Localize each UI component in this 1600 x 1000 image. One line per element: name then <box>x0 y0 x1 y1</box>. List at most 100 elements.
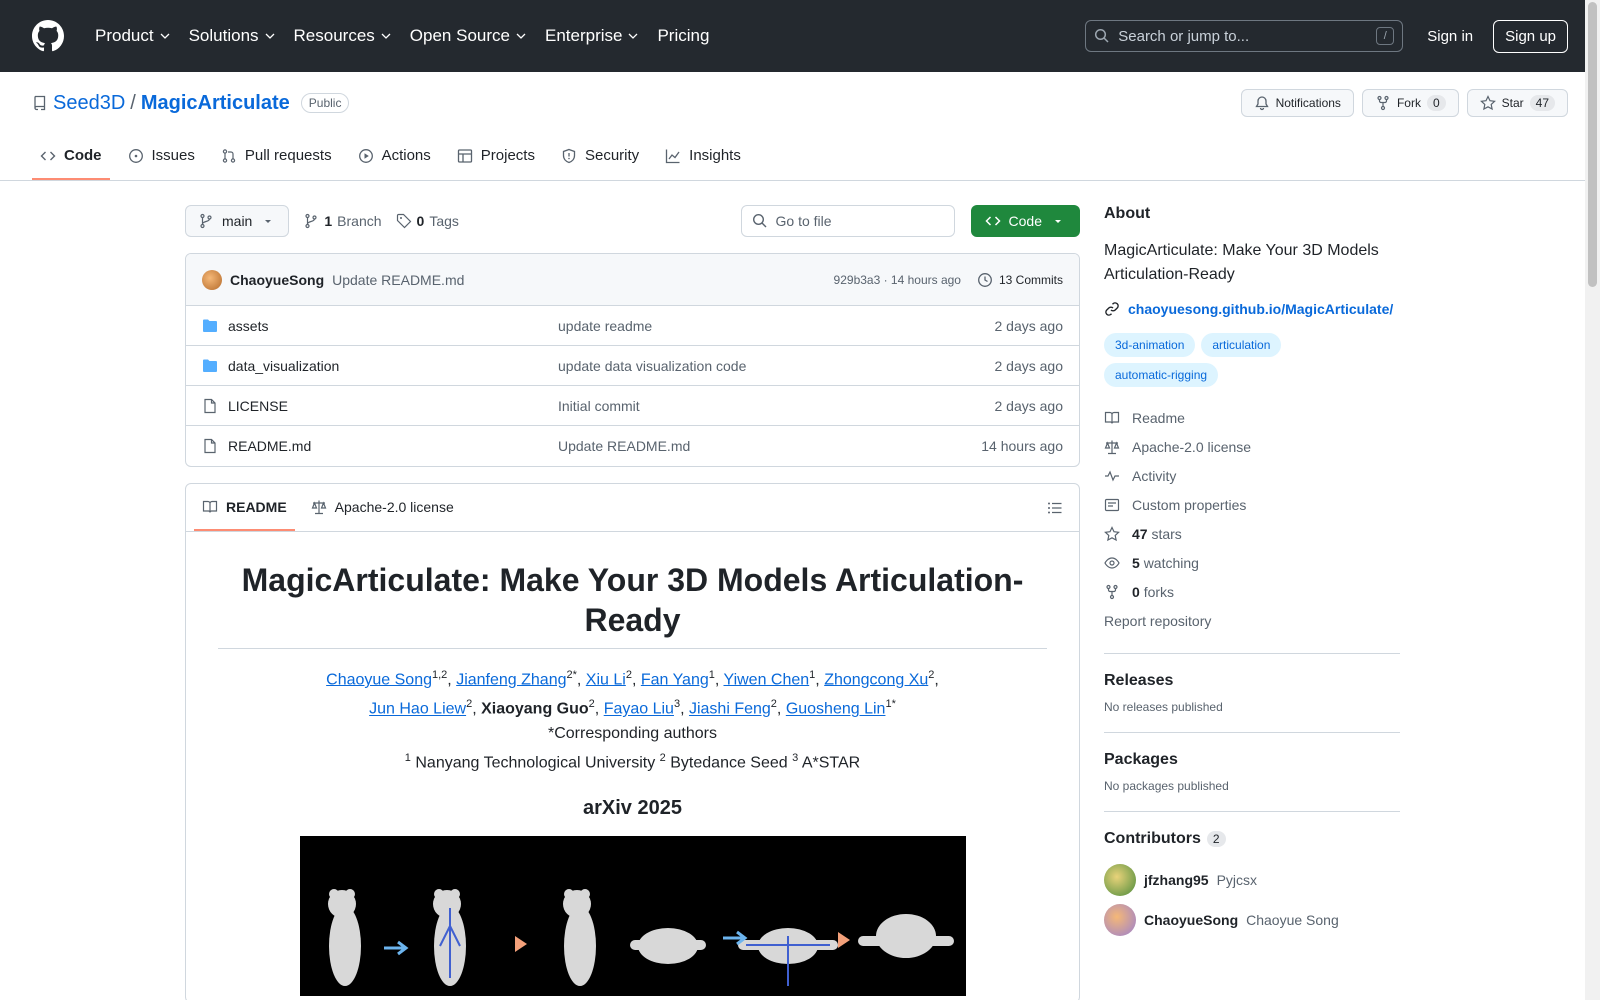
topic-tag[interactable]: 3d-animation <box>1104 333 1196 357</box>
nav-enterprise[interactable]: Enterprise <box>536 26 648 46</box>
about-link-item[interactable]: 5 watching <box>1104 548 1400 577</box>
file-commit-date: 2 days ago <box>994 317 1064 334</box>
report-repository-link[interactable]: Report repository <box>1104 606 1400 635</box>
nav-open-source[interactable]: Open Source <box>401 26 536 46</box>
about-link-item[interactable]: Custom properties <box>1104 490 1400 519</box>
sign-up-button[interactable]: Sign up <box>1493 19 1568 53</box>
packages-section: Packages No packages published <box>1104 732 1400 793</box>
topic-tag[interactable]: articulation <box>1201 333 1282 357</box>
avatar[interactable] <box>202 269 222 290</box>
repo-owner-link[interactable]: Seed3D <box>53 92 125 115</box>
author-affiliation-mark: 2 <box>928 669 935 681</box>
code-dropdown-button[interactable]: Code <box>970 205 1080 237</box>
author-name[interactable]: Fayao Liu <box>604 701 674 718</box>
tab-projects[interactable]: Projects <box>449 147 543 180</box>
author-name[interactable]: Yiwen Chen <box>723 671 809 688</box>
about-link-item[interactable]: Apache-2.0 license <box>1104 432 1400 461</box>
scrollbar-thumb[interactable] <box>1588 2 1597 287</box>
avatar[interactable] <box>1104 904 1136 936</box>
topic-tag[interactable]: automatic-rigging <box>1104 363 1219 387</box>
file-row[interactable]: data_visualization update data visualizat… <box>186 346 1079 386</box>
sign-in-link[interactable]: Sign in <box>1427 28 1473 45</box>
about-link-label: watching <box>1143 554 1199 571</box>
releases-empty: No releases published <box>1104 700 1223 714</box>
affiliation-mark: 2 <box>659 751 666 764</box>
tab-code[interactable]: Code <box>32 147 110 180</box>
author-name[interactable]: Guosheng Lin <box>786 701 886 718</box>
author-name[interactable]: Jianfeng Zhang <box>456 671 566 688</box>
contributor[interactable]: jfzhang95 Pyjcsx <box>1104 864 1400 896</box>
tab-security[interactable]: Security <box>553 147 647 180</box>
about-link-item[interactable]: Readme <box>1104 403 1400 432</box>
tab-insights[interactable]: Insights <box>657 147 749 180</box>
tab-actions[interactable]: Actions <box>350 147 439 180</box>
license-tab[interactable]: Apache-2.0 license <box>303 499 462 531</box>
branches-link[interactable]: 1 Branch <box>303 213 382 229</box>
file-name[interactable]: LICENSE <box>228 398 558 414</box>
about-link-item[interactable]: 47 stars <box>1104 519 1400 548</box>
fork-button[interactable]: Fork 0 <box>1361 89 1459 117</box>
commit-author[interactable]: ChaoyueSong <box>230 272 324 288</box>
affiliation-mark: 1 <box>404 751 411 764</box>
file-commit-message[interactable]: Update README.md <box>558 438 690 454</box>
releases-heading[interactable]: Releases <box>1104 672 1400 690</box>
author-name[interactable]: Jiashi Feng <box>689 701 771 718</box>
nav-label: Open Source <box>409 26 510 45</box>
star-icon <box>1104 525 1120 541</box>
file-commit-message[interactable]: update readme <box>558 318 652 334</box>
file-name[interactable]: data_visualization <box>228 358 558 374</box>
contributor-login[interactable]: jfzhang95 <box>1144 872 1209 888</box>
nav-pricing[interactable]: Pricing <box>648 26 718 46</box>
file-row[interactable]: README.md Update README.md 14 hours ago <box>186 426 1079 466</box>
nav-label: Enterprise <box>544 26 623 45</box>
about-link-item[interactable]: 0 forks <box>1104 577 1400 606</box>
github-logo-icon[interactable] <box>32 20 64 52</box>
commit-message[interactable]: Update README.md <box>332 272 464 288</box>
file-row[interactable]: LICENSE Initial commit 2 days ago <box>186 386 1079 426</box>
author-list: Chaoyue Song1,2, Jianfeng Zhang2*, Xiu L… <box>326 669 939 718</box>
notifications-button[interactable]: Notifications <box>1240 89 1354 117</box>
file-row[interactable]: assets update readme 2 days ago <box>186 306 1079 346</box>
sidebar: About MagicArticulate: Make Your 3D Mode… <box>1104 205 1400 1000</box>
packages-heading[interactable]: Packages <box>1104 751 1400 769</box>
search-input[interactable]: Search or jump to... / <box>1085 20 1404 52</box>
author-name[interactable]: Jun Hao Liew <box>369 701 466 718</box>
repo-icon <box>34 95 46 111</box>
author-affiliation-mark: 1 <box>809 669 816 681</box>
author-name[interactable]: Zhongcong Xu <box>824 671 928 688</box>
author-name[interactable]: Fan Yang <box>641 671 709 688</box>
about-link-item[interactable]: Activity <box>1104 461 1400 490</box>
website-link[interactable]: chaoyuesong.github.io/MagicArticulate/ <box>1104 301 1400 317</box>
star-label: Star <box>1501 96 1524 110</box>
file-name[interactable]: README.md <box>228 438 558 454</box>
nav-solutions[interactable]: Solutions <box>180 26 285 46</box>
nav-product[interactable]: Product <box>86 26 180 46</box>
contributor-login[interactable]: ChaoyueSong <box>1144 912 1238 928</box>
author-affiliation-mark: 2* <box>566 669 577 681</box>
nav-resources[interactable]: Resources <box>285 26 401 46</box>
contributor[interactable]: ChaoyueSong Chaoyue Song <box>1104 904 1400 936</box>
tab-pull-requests[interactable]: Pull requests <box>213 147 340 180</box>
nav-label: Solutions <box>188 26 259 45</box>
contributors-heading[interactable]: Contributors 2 <box>1104 830 1400 848</box>
search-icon <box>1095 28 1109 43</box>
scrollbar[interactable] <box>1585 0 1600 1000</box>
readme-tab[interactable]: README <box>194 499 295 531</box>
play-circle-icon <box>358 148 373 163</box>
branch-select[interactable]: main <box>185 205 290 237</box>
go-to-file-placeholder: Go to file <box>775 213 832 229</box>
tab-issues[interactable]: Issues <box>120 147 203 180</box>
list-icon[interactable] <box>1047 500 1063 516</box>
go-to-file-input[interactable]: Go to file <box>740 205 955 237</box>
commit-sha-time[interactable]: 929b3a3 · 14 hours ago <box>834 273 961 287</box>
star-button[interactable]: Star 47 <box>1466 89 1568 117</box>
file-name[interactable]: assets <box>228 318 558 334</box>
repo-name-link[interactable]: MagicArticulate <box>141 92 290 115</box>
file-commit-message[interactable]: Initial commit <box>558 398 640 414</box>
author-name[interactable]: Xiu Li <box>586 671 626 688</box>
file-commit-message[interactable]: update data visualization code <box>558 358 746 374</box>
commits-link[interactable]: 13 Commits <box>977 272 1063 288</box>
tags-link[interactable]: 0 Tags <box>396 213 459 229</box>
author-name[interactable]: Chaoyue Song <box>326 671 432 688</box>
avatar[interactable] <box>1104 864 1136 896</box>
